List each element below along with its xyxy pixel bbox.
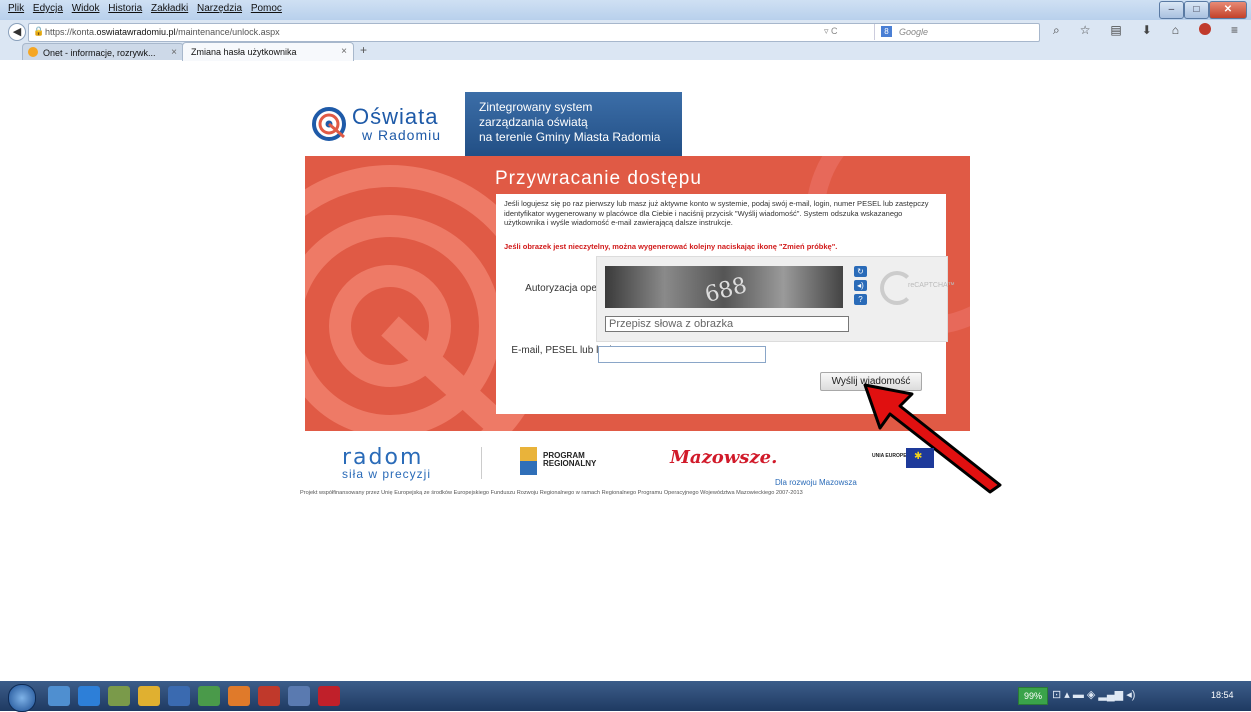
menu-bar: Plik Edycja Widok Historia Zakładki Narz…: [8, 3, 288, 14]
close-window-button[interactable]: ✕: [1208, 1, 1248, 19]
footer-divider: [481, 447, 482, 479]
mazowsze-logo: Mazowsze.: [670, 447, 778, 468]
ie-taskbar-icon[interactable]: [78, 686, 100, 706]
refresh-captcha-icon[interactable]: ↻: [854, 266, 867, 277]
email-pesel-login-input[interactable]: [598, 346, 766, 363]
tab-zmiana-hasla[interactable]: Zmiana hasła użytkownika ×: [182, 42, 354, 61]
explorer-taskbar-icon[interactable]: [48, 686, 70, 706]
url-prefix: https://konta.: [45, 27, 97, 37]
menu-narzedzia[interactable]: Narzędzia: [197, 3, 242, 14]
system-description-banner: Zintegrowany system zarządzania oświatą …: [465, 92, 682, 156]
url-text: https://konta.oswiatawradomiu.pl/mainten…: [45, 27, 280, 37]
search-box[interactable]: 8 Google: [874, 24, 1065, 40]
google-icon: 8: [881, 26, 892, 37]
battery-indicator[interactable]: 99%: [1018, 687, 1048, 705]
program-regionalny-icon: [520, 447, 537, 475]
menu-pomoc[interactable]: Pomoc: [251, 3, 282, 14]
logo-subtitle: w Radomiu: [362, 127, 442, 143]
panel-title: Przywracanie dostępu: [495, 168, 702, 189]
adblock-icon[interactable]: [1198, 23, 1211, 35]
clock[interactable]: 18:54: [1211, 690, 1234, 700]
audio-captcha-icon[interactable]: ◂): [854, 280, 867, 291]
system-tray-icons[interactable]: ⊡ ▴ ▬ ◈ ▂▄▆ ◂): [1052, 688, 1192, 701]
recaptcha-widget: 688 ↻ ◂) ? reCAPTCHA™ Przepisz słowa z o…: [596, 256, 955, 342]
menu-edycja[interactable]: Edycja: [33, 3, 63, 14]
search-placeholder: Google: [899, 27, 929, 37]
maximize-button[interactable]: □: [1183, 1, 1209, 19]
captcha-text: 688: [702, 272, 750, 309]
firefox-taskbar-icon[interactable]: [228, 686, 250, 706]
url-domain: oswiatawradomiu.pl: [96, 27, 176, 37]
recaptcha-brand: reCAPTCHA™: [908, 282, 955, 289]
onet-favicon-icon: [28, 47, 38, 57]
lock-icon: 🔒: [33, 26, 45, 36]
acrobat-taskbar-icon[interactable]: [318, 686, 340, 706]
tab-label: Onet - informacje, rozrywk...: [43, 48, 156, 58]
menu-historia[interactable]: Historia: [108, 3, 142, 14]
app-taskbar-icon[interactable]: [108, 686, 130, 706]
eu-logo: UNIA EUROPEJSKA: [872, 448, 934, 472]
captcha-image: 688: [605, 266, 843, 308]
program-regionalny-text: PROGRAM REGIONALNY: [543, 452, 596, 468]
help-captcha-icon[interactable]: ?: [854, 294, 867, 305]
search-icon[interactable]: ⌕: [1053, 23, 1060, 39]
reload-icon[interactable]: ▿ C: [824, 26, 838, 37]
start-button[interactable]: [8, 684, 36, 712]
minimize-button[interactable]: –: [1159, 1, 1184, 19]
header-spacer: [682, 92, 970, 156]
close-tab-icon[interactable]: ×: [171, 47, 177, 58]
project-funding-text: Projekt współfinansowany przez Unię Euro…: [300, 490, 803, 496]
menu-hamburger-icon[interactable]: ≡: [1231, 23, 1238, 39]
eu-flag-icon: [906, 448, 934, 468]
app-taskbar-icon[interactable]: [288, 686, 310, 706]
excel-taskbar-icon[interactable]: [198, 686, 220, 706]
url-path: /maintenance/unlock.aspx: [175, 27, 280, 37]
radom-logo: radom siła w precyzji: [342, 445, 431, 481]
word-taskbar-icon[interactable]: [168, 686, 190, 706]
menu-plik[interactable]: Plik: [8, 3, 24, 14]
back-button[interactable]: ◀: [8, 23, 26, 41]
title-bar: Plik Edycja Widok Historia Zakładki Narz…: [0, 0, 1251, 20]
menu-widok[interactable]: Widok: [72, 3, 100, 14]
captcha-input[interactable]: Przepisz słowa z obrazka: [605, 316, 849, 332]
instructions-text: Jeśli logujesz się po raz pierwszy lub m…: [504, 199, 929, 227]
dla-rozwoju-text: Dla rozwoju Mazowsza: [775, 478, 857, 487]
home-icon[interactable]: ⌂: [1172, 23, 1179, 39]
system-line-1: Zintegrowany system: [479, 100, 593, 114]
system-line-2: zarządzania oświatą: [479, 115, 588, 129]
captcha-warning-text: Jeśli obrazek jest nieczytelny, można wy…: [504, 242, 838, 251]
program-regionalny-logo: PROGRAM REGIONALNY: [520, 447, 640, 477]
bookmark-star-icon[interactable]: ☆: [1080, 23, 1091, 39]
recaptcha-logo: reCAPTCHA™: [880, 271, 955, 305]
red-annotation-arrow: [863, 383, 1002, 494]
windows-taskbar: 99% ⊡ ▴ ▬ ◈ ▂▄▆ ◂) 18:54: [0, 681, 1251, 712]
window-controls: – □ ✕: [1159, 1, 1248, 19]
download-icon[interactable]: ⬇: [1142, 23, 1152, 39]
site-logo[interactable]: Oświata w Radomiu: [302, 92, 465, 156]
bookmarks-list-icon[interactable]: ▤: [1110, 23, 1121, 39]
new-tab-button[interactable]: +: [360, 43, 367, 57]
address-bar[interactable]: 🔒 https://konta.oswiatawradomiu.pl/maint…: [28, 23, 1040, 42]
app-taskbar-icon[interactable]: [138, 686, 160, 706]
radom-slogan: siła w precyzji: [342, 467, 432, 481]
navigation-bar: ◀ 🔒 https://konta.oswiatawradomiu.pl/mai…: [0, 20, 1251, 61]
tab-onet[interactable]: Onet - informacje, rozrywk... ×: [22, 43, 184, 60]
app-taskbar-icon[interactable]: [258, 686, 280, 706]
program-line-2: REGIONALNY: [543, 459, 597, 468]
system-line-3: na terenie Gminy Miasta Radomia: [479, 130, 661, 144]
toolbar-icons: ⌕ ☆ ▤ ⬇ ⌂ ≡: [1043, 23, 1248, 39]
menu-zakladki[interactable]: Zakładki: [151, 3, 188, 14]
tab-label: Zmiana hasła użytkownika: [191, 47, 297, 57]
close-tab-icon[interactable]: ×: [341, 46, 347, 57]
target-logo-icon: [312, 107, 346, 141]
